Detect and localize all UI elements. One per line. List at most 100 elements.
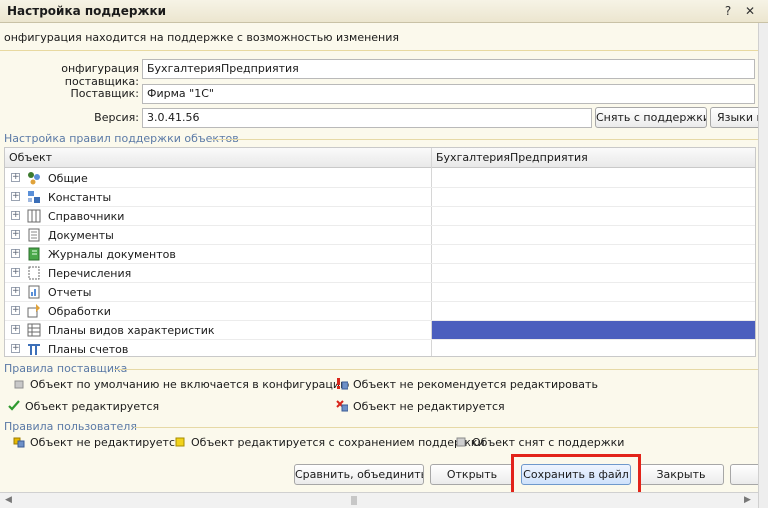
- close-button[interactable]: Закрыть: [638, 464, 724, 485]
- remove-support-button[interactable]: Снять с поддержки: [595, 107, 707, 128]
- close-icon[interactable]: ✕: [741, 2, 759, 20]
- status-divider: [0, 50, 758, 51]
- support-rules-table: Объект БухгалтерияПредприятия + Общие + Кон…: [4, 147, 756, 357]
- vendor-field[interactable]: Фирма "1С": [142, 84, 755, 104]
- row-label: Отчеты: [48, 286, 92, 299]
- rules-group-title: Настройка правил поддержки объектов: [4, 132, 239, 145]
- support-status-text: онфигурация находится на поддержке с воз…: [4, 31, 400, 44]
- legend-label: Объект не рекомендуется редактировать: [353, 378, 598, 391]
- legend-label: Объект по умолчанию не включается в конф…: [30, 378, 350, 391]
- open-button[interactable]: Открыть: [430, 464, 514, 485]
- checkmark-icon: [8, 400, 20, 412]
- data-processors-icon: [27, 304, 41, 318]
- rules-group-divider: [212, 139, 758, 140]
- expand-icon[interactable]: +: [11, 230, 20, 239]
- row-label: Перечисления: [48, 267, 132, 280]
- expand-icon[interactable]: +: [11, 211, 20, 220]
- vendor-rules-title: Правила поставщика: [4, 362, 128, 375]
- expand-icon[interactable]: +: [11, 192, 20, 201]
- vendor-config-rule-cell[interactable]: [432, 226, 755, 244]
- table-row[interactable]: + Журналы документов: [5, 245, 755, 264]
- row-label: Константы: [48, 191, 112, 204]
- more-button[interactable]: [730, 464, 758, 485]
- lock-cube-icon: [13, 436, 25, 448]
- row-label: Документы: [48, 229, 114, 242]
- common-icon: [27, 171, 41, 185]
- vendor-config-rule-cell[interactable]: [432, 188, 755, 206]
- row-label: Справочники: [48, 210, 125, 223]
- catalogs-icon: [27, 209, 41, 223]
- table-header: Объект БухгалтерияПредприятия: [5, 148, 755, 168]
- support-settings-window: онфигурация находится на поддержке с воз…: [0, 23, 758, 508]
- row-label: Журналы документов: [48, 248, 176, 261]
- window-title: Настройка поддержки: [7, 4, 167, 18]
- object-not-included-icon: [13, 378, 25, 390]
- table-row[interactable]: + Общие: [5, 169, 755, 188]
- vendor-config-rule-cell[interactable]: [432, 169, 755, 187]
- row-label: Планы видов характеристик: [48, 324, 215, 337]
- scroll-right-icon[interactable]: ▶: [744, 495, 751, 505]
- legend-user-removed-from-support: Объект снят с поддержки: [455, 436, 624, 449]
- yellow-cube-icon: [174, 436, 186, 448]
- row-label: Общие: [48, 172, 88, 185]
- user-rules-divider: [134, 427, 758, 428]
- scroll-thumb[interactable]: [351, 496, 357, 505]
- chart-of-characteristic-types-icon: [27, 323, 41, 337]
- documents-icon: [27, 228, 41, 242]
- table-row[interactable]: + Планы видов характеристик: [5, 321, 755, 340]
- help-icon[interactable]: ?: [719, 2, 737, 20]
- legend-label: Объект редактируется: [25, 400, 160, 413]
- expand-icon[interactable]: +: [11, 344, 20, 353]
- vendor-config-rule-cell[interactable]: [432, 302, 755, 320]
- vertical-scrollbar[interactable]: [758, 23, 768, 508]
- vendor-rules-divider: [114, 369, 758, 370]
- cross-icon: [336, 400, 349, 412]
- vendor-config-rule-cell[interactable]: [432, 245, 755, 263]
- vendor-config-field[interactable]: БухгалтерияПредприятия: [142, 59, 755, 79]
- constants-icon: [27, 190, 41, 204]
- legend-not-included: Объект по умолчанию не включается в конф…: [13, 378, 349, 391]
- table-row[interactable]: + Планы счетов: [5, 340, 755, 356]
- vendor-config-rule-cell[interactable]: [432, 207, 755, 225]
- vendor-config-rule-cell[interactable]: [432, 340, 755, 356]
- scroll-left-icon[interactable]: ◀: [5, 495, 12, 505]
- languages-button[interactable]: Языки к: [710, 107, 758, 128]
- vendor-label: Поставщик:: [70, 87, 139, 100]
- column-header-vendor-config[interactable]: БухгалтерияПредприятия: [436, 151, 588, 164]
- horizontal-scrollbar[interactable]: ◀ ▶: [0, 492, 758, 508]
- document-journals-icon: [27, 247, 41, 261]
- title-bar: Настройка поддержки ? ✕: [0, 0, 768, 23]
- chart-of-accounts-icon: [27, 342, 41, 356]
- save-button-highlight-frame: [511, 454, 641, 497]
- user-rules-title: Правила пользователя: [4, 420, 137, 433]
- row-label: Планы счетов: [48, 343, 129, 356]
- version-field[interactable]: 3.0.41.56: [142, 108, 592, 128]
- legend-label: Объект не редактируется: [30, 436, 182, 449]
- expand-icon[interactable]: +: [11, 287, 20, 296]
- table-row[interactable]: + Документы: [5, 226, 755, 245]
- table-row[interactable]: + Константы: [5, 188, 755, 207]
- expand-icon[interactable]: +: [11, 306, 20, 315]
- expand-icon[interactable]: +: [11, 249, 20, 258]
- vendor-config-rule-cell[interactable]: [432, 321, 755, 339]
- legend-not-editable: Объект не редактируется: [336, 400, 505, 413]
- column-header-object[interactable]: Объект: [9, 151, 52, 164]
- table-row[interactable]: + Справочники: [5, 207, 755, 226]
- table-row[interactable]: + Обработки: [5, 302, 755, 321]
- row-label: Обработки: [48, 305, 111, 318]
- expand-icon[interactable]: +: [11, 268, 20, 277]
- compare-merge-button[interactable]: Сравнить, объединить: [294, 464, 424, 485]
- legend-label: Объект редактируется с сохранением подде…: [191, 436, 485, 449]
- vendor-config-rule-cell[interactable]: [432, 283, 755, 301]
- table-row[interactable]: + Перечисления: [5, 264, 755, 283]
- reports-icon: [27, 285, 41, 299]
- legend-label: Объект снят с поддержки: [472, 436, 625, 449]
- expand-icon[interactable]: +: [11, 325, 20, 334]
- expand-icon[interactable]: +: [11, 173, 20, 182]
- legend-user-not-editable: Объект не редактируется: [13, 436, 182, 449]
- legend-user-editable-with-support: Объект редактируется с сохранением подде…: [174, 436, 485, 449]
- version-label: Версия:: [94, 111, 139, 124]
- vendor-config-rule-cell[interactable]: [432, 264, 755, 282]
- table-row[interactable]: + Отчеты: [5, 283, 755, 302]
- legend-editable: Объект редактируется: [8, 400, 159, 413]
